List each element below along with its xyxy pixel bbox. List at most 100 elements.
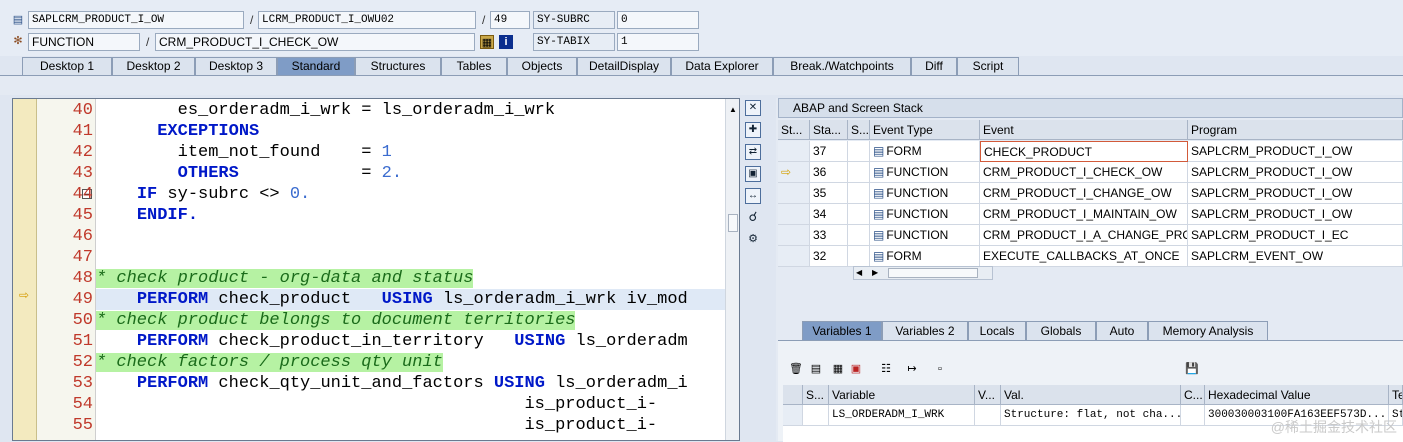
sy-tabix-value[interactable]: 1 <box>617 33 699 51</box>
program-field[interactable]: SAPLCRM_PRODUCT_I_OW <box>28 11 244 29</box>
detail-icon[interactable]: ▤ <box>808 361 824 377</box>
swap-tool-icon[interactable]: ⇄ <box>745 144 761 160</box>
code-area[interactable]: es_orderadm_i_wrk = ls_orderadm_i_wrk EX… <box>95 99 726 440</box>
variable-change-cell[interactable] <box>1181 405 1205 426</box>
variable-v-cell[interactable] <box>975 405 1001 426</box>
select-icon[interactable]: ▫ <box>932 361 948 377</box>
stack-column-header[interactable]: Program <box>1188 120 1403 140</box>
tab-standard[interactable]: Standard <box>277 57 355 75</box>
headset-icon[interactable]: ☌ <box>745 210 761 226</box>
stack-column-header[interactable]: S... <box>848 120 870 140</box>
variable-name[interactable]: LS_ORDERADM_I_WRK <box>829 405 975 426</box>
stack-program[interactable]: SAPLCRM_PRODUCT_I_EC <box>1188 225 1403 246</box>
display-icon[interactable]: ▦ <box>480 35 494 49</box>
variables-column-header[interactable]: C... <box>1181 385 1205 405</box>
tab-desktop-1[interactable]: Desktop 1 <box>22 57 112 75</box>
new-tool-icon[interactable]: ✚ <box>745 122 761 138</box>
variables-column-header[interactable]: S... <box>803 385 829 405</box>
variable-status[interactable] <box>803 405 829 426</box>
stack-event[interactable]: CRM_PRODUCT_I_CHANGE_OW <box>980 183 1188 204</box>
stack-column-header[interactable]: Event Type <box>870 120 980 140</box>
stack-row-marker[interactable]: ⇨ <box>778 162 810 183</box>
stack-event-type[interactable]: ▤ FORM <box>870 246 980 267</box>
code-line[interactable]: es_orderadm_i_wrk = ls_orderadm_i_wrk <box>96 100 726 121</box>
stack-program[interactable]: SAPLCRM_PRODUCT_I_OW <box>1188 162 1403 183</box>
code-line[interactable]: * check product belongs to document terr… <box>96 310 726 331</box>
code-line[interactable]: ENDIF. <box>96 205 726 226</box>
stack-program[interactable]: SAPLCRM_PRODUCT_I_OW <box>1188 141 1403 162</box>
event-type-field[interactable]: FUNCTION <box>28 33 140 51</box>
tab-desktop-3[interactable]: Desktop 3 <box>195 57 277 75</box>
variable-row-selector[interactable] <box>783 405 803 426</box>
stack-event[interactable]: CRM_PRODUCT_I_A_CHANGE_PROD. <box>980 225 1188 246</box>
code-line[interactable]: PERFORM check_product_in_territory USING… <box>96 331 726 352</box>
tab-data-explorer[interactable]: Data Explorer <box>671 57 773 75</box>
close-icon[interactable]: ✕ <box>745 100 761 116</box>
stack-level[interactable]: 36 <box>810 162 848 183</box>
tab-globals[interactable]: Globals <box>1026 321 1096 340</box>
variables-column-header[interactable]: Hexadecimal Value <box>1205 385 1389 405</box>
stack-column-header[interactable]: St... <box>778 120 810 140</box>
current-code-line[interactable]: PERFORM check_product USING ls_orderadm_… <box>96 289 726 310</box>
stack-source-cell[interactable] <box>848 204 870 225</box>
services-icon[interactable]: ⚙ <box>745 232 761 248</box>
stack-row-marker[interactable] <box>778 204 810 225</box>
transfer-icon[interactable]: ↦ <box>904 361 920 377</box>
tab-breakpoints[interactable]: Break./Watchpoints <box>773 57 911 75</box>
stack-source-cell[interactable] <box>848 162 870 183</box>
tab-locals[interactable]: Locals <box>968 321 1026 340</box>
stack-column-header[interactable]: Sta... <box>810 120 848 140</box>
code-line[interactable]: * check factors / process qty unit <box>96 352 726 373</box>
scroll-right-icon[interactable]: ▶ <box>872 267 878 279</box>
stack-event-type[interactable]: ▤ FUNCTION <box>870 225 980 246</box>
stack-event-type[interactable]: ▤ FUNCTION <box>870 183 980 204</box>
stack-hscrollbar[interactable]: ◀ ▶ <box>853 266 993 280</box>
code-line[interactable]: is_product_i- <box>96 394 726 415</box>
hierarchy-icon[interactable]: ☷ <box>878 361 894 377</box>
scroll-up-icon[interactable]: ▲ <box>729 105 737 114</box>
stack-level[interactable]: 35 <box>810 183 848 204</box>
stack-event-type[interactable]: ▤ FUNCTION <box>870 204 980 225</box>
variable-value[interactable]: Structure: flat, not cha... <box>1001 405 1181 426</box>
stack-program[interactable]: SAPLCRM_EVENT_OW <box>1188 246 1403 267</box>
variables-column-header[interactable]: Variable <box>829 385 975 405</box>
vertical-scrollbar[interactable]: ▲ <box>725 99 739 440</box>
maximize-icon[interactable]: ▣ <box>745 166 761 182</box>
tab-script[interactable]: Script <box>957 57 1019 75</box>
stack-level[interactable]: 37 <box>810 141 848 162</box>
sy-subrc-value[interactable]: 0 <box>617 11 699 29</box>
stack-level[interactable]: 34 <box>810 204 848 225</box>
scroll-left-icon[interactable]: ◀ <box>856 267 862 279</box>
tab-auto[interactable]: Auto <box>1096 321 1148 340</box>
stack-event-type[interactable]: ▤ FUNCTION <box>870 162 980 183</box>
stack-column-header[interactable]: Event <box>980 120 1188 140</box>
source-code-editor[interactable]: ⇨ − 40 41 42 43 44 45 46 47 48 49 50 51 52 53 54 55 es_… <box>12 98 740 441</box>
tab-detaildisplay[interactable]: DetailDisplay <box>577 57 671 75</box>
stack-source-cell[interactable] <box>848 141 870 162</box>
info-icon[interactable]: i <box>499 35 513 49</box>
stack-event[interactable]: CHECK_PRODUCT <box>980 141 1188 162</box>
tab-diff[interactable]: Diff <box>911 57 957 75</box>
stack-event[interactable]: EXECUTE_CALLBACKS_AT_ONCE <box>980 246 1188 267</box>
variables-column-header[interactable]: Val. <box>1001 385 1181 405</box>
variables-column-header[interactable]: Te <box>1389 385 1403 405</box>
line-field[interactable]: 49 <box>490 11 530 29</box>
variables-column-header[interactable] <box>783 385 803 405</box>
hscroll-thumb[interactable] <box>888 268 978 278</box>
variables-column-header[interactable]: V... <box>975 385 1001 405</box>
code-line[interactable]: EXCEPTIONS <box>96 121 726 142</box>
tab-tables[interactable]: Tables <box>441 57 507 75</box>
stack-level[interactable]: 32 <box>810 246 848 267</box>
code-line[interactable]: OTHERS = 2. <box>96 163 726 184</box>
code-line[interactable]: item_not_found = 1 <box>96 142 726 163</box>
stack-row-marker[interactable] <box>778 183 810 204</box>
event-name-field[interactable]: CRM_PRODUCT_I_CHECK_OW <box>155 33 475 51</box>
delete-icon[interactable]: 🗑 <box>788 361 804 377</box>
code-line[interactable]: * check product - org-data and status <box>96 268 726 289</box>
resize-icon[interactable]: ↔ <box>745 188 761 204</box>
tab-variables-1[interactable]: Variables 1 <box>802 321 882 340</box>
include-field[interactable]: LCRM_PRODUCT_I_OWU02 <box>258 11 476 29</box>
code-line[interactable] <box>96 247 726 268</box>
save-icon[interactable]: 💾 <box>1184 361 1200 377</box>
stack-source-cell[interactable] <box>848 183 870 204</box>
